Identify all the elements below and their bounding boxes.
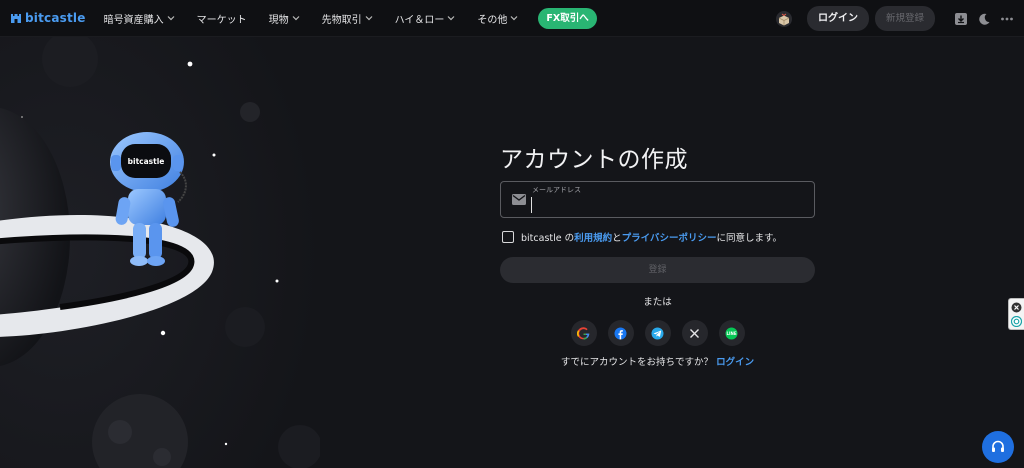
astronaut-illustration: bitcastle	[0, 37, 320, 468]
castle-logo-icon	[11, 14, 21, 23]
line-login-button[interactable]: LINE	[718, 320, 745, 346]
signup-form: アカウントの作成 メールアドレス bitcastle の 利用規約 と プライバ…	[500, 140, 815, 368]
nav-label: マーケット	[196, 14, 247, 26]
nav-label: 先物取引	[321, 14, 362, 26]
top-navbar: bitcastle 暗号資産購入 マーケット 現物 先物取引 ハイ＆ロー その他…	[0, 0, 1024, 37]
nav-other[interactable]: その他	[477, 11, 518, 26]
main-nav: 暗号資産購入 マーケット 現物 先物取引 ハイ＆ロー その他 FX取引へ	[104, 7, 597, 29]
agree-prefix: bitcastle の	[521, 233, 575, 244]
nav-label: 暗号資産購入	[103, 14, 164, 26]
agree-mid: と	[612, 233, 622, 244]
line-icon: LINE	[725, 327, 738, 339]
nav-spot[interactable]: 現物	[269, 11, 300, 26]
chevron-down-icon	[167, 16, 175, 21]
nav-market[interactable]: マーケット	[197, 11, 247, 26]
terms-link[interactable]: 利用規約	[574, 230, 612, 244]
social-login-row: LINE	[500, 320, 815, 346]
login-button[interactable]: ログイン	[806, 6, 869, 31]
google-login-button[interactable]	[570, 320, 597, 346]
bitcastle-logo[interactable]: bitcastle	[10, 11, 86, 25]
agree-suffix: に同意します。	[716, 233, 783, 244]
space-scene-image: bitcastle	[0, 37, 320, 468]
terms-checkbox[interactable]	[502, 231, 514, 243]
x-login-button[interactable]	[681, 320, 708, 346]
email-input[interactable]	[531, 197, 801, 213]
envelope-icon	[512, 194, 526, 205]
facebook-icon	[614, 327, 627, 339]
download-icon[interactable]	[954, 12, 968, 26]
chevron-down-icon	[292, 16, 300, 21]
email-field-wrapper[interactable]: メールアドレス	[500, 181, 815, 218]
signup-button[interactable]: 新規登録	[874, 6, 935, 31]
headset-icon	[992, 440, 1004, 452]
nav-futures[interactable]: 先物取引	[322, 11, 373, 26]
fx-trade-button[interactable]: FX取引へ	[538, 7, 597, 29]
nav-high-low[interactable]: ハイ＆ロー	[395, 11, 456, 26]
moon-icon[interactable]	[977, 12, 991, 26]
terms-agreement: bitcastle の 利用規約 と プライバシーポリシー に同意します。	[500, 230, 815, 244]
facebook-login-button[interactable]	[607, 320, 634, 346]
more-dots-icon[interactable]	[1000, 12, 1014, 26]
page-title: アカウントの作成	[500, 147, 688, 173]
already-text: すでにアカウントをお持ちですか？	[560, 357, 714, 368]
login-link[interactable]: ログイン	[716, 357, 754, 368]
telegram-icon	[651, 327, 664, 339]
logo-text: bitcastle	[25, 11, 86, 25]
side-widget[interactable]	[1008, 298, 1024, 330]
telegram-login-button[interactable]	[644, 320, 671, 346]
chevron-down-icon	[365, 16, 373, 21]
nav-buy-crypto[interactable]: 暗号資産購入	[104, 11, 175, 26]
email-label: メールアドレス	[532, 186, 581, 194]
or-divider: または	[643, 297, 672, 308]
line-icon-text: LINE	[726, 331, 736, 336]
chevron-down-icon	[447, 16, 455, 21]
register-button[interactable]: 登録	[500, 257, 815, 283]
helmet-logo-text: bitcastle	[128, 157, 165, 166]
google-icon	[577, 326, 590, 340]
nav-label: その他	[477, 14, 508, 26]
nav-label: 現物	[268, 14, 289, 26]
gift-box-icon[interactable]	[775, 10, 793, 28]
privacy-link[interactable]: プライバシーポリシー	[622, 230, 717, 244]
x-icon	[690, 328, 699, 338]
already-have-account: すでにアカウントをお持ちですか？ ログイン	[500, 354, 815, 368]
chevron-down-icon	[510, 16, 518, 21]
nav-label: ハイ＆ロー	[394, 14, 445, 26]
support-chat-button[interactable]	[982, 431, 1014, 463]
close-icon[interactable]	[1011, 302, 1022, 313]
widget-logo-icon[interactable]	[1011, 316, 1022, 327]
header-actions: ログイン 新規登録	[775, 0, 1014, 37]
